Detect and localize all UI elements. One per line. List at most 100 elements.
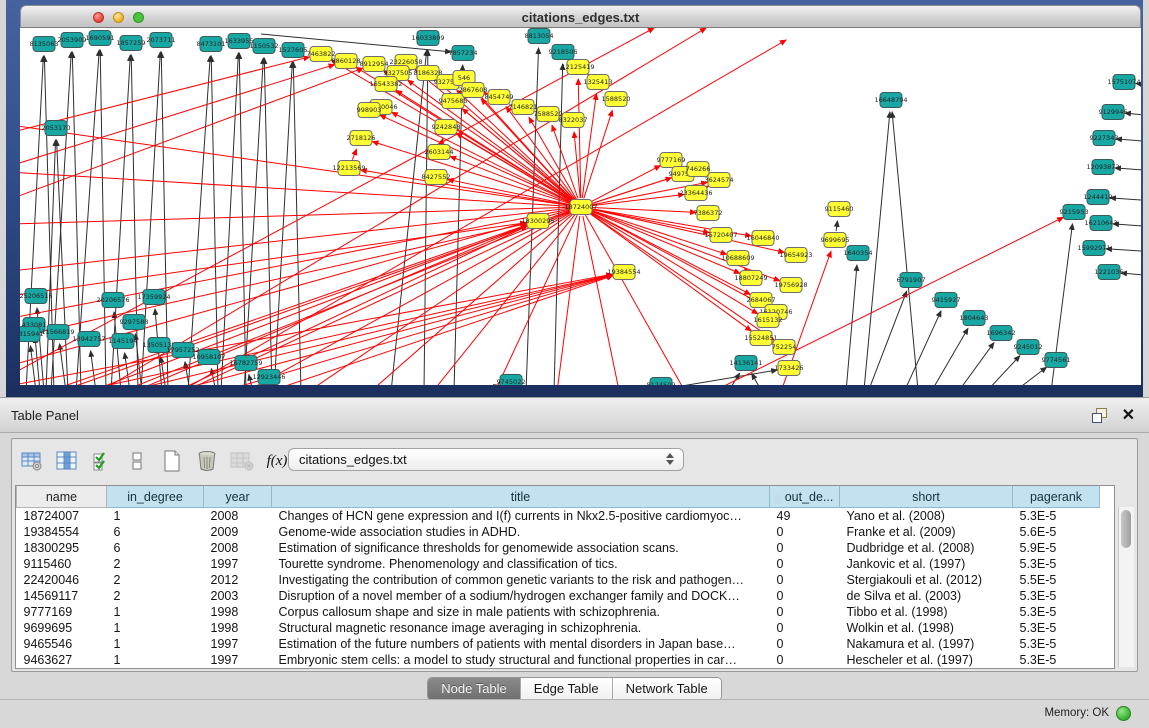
node[interactable]: 9129946 <box>1099 105 1128 120</box>
table-row[interactable]: 911546021997Tourette syndrome. Phenomeno… <box>17 556 1100 572</box>
selected-edge[interactable] <box>20 68 363 210</box>
edge[interactable] <box>752 374 762 385</box>
selected-node[interactable]: 16046840 <box>746 231 779 246</box>
table-row[interactable]: 946554611997Estimation of the future num… <box>17 636 1100 652</box>
node[interactable]: 1690591 <box>86 31 115 46</box>
node[interactable]: 9415927 <box>932 293 961 308</box>
node[interactable]: 2053170 <box>42 121 71 136</box>
scrollbar-thumb[interactable] <box>1121 510 1131 548</box>
edge[interactable] <box>931 328 968 385</box>
selected-node[interactable]: 3624574 <box>705 173 734 188</box>
selected-edge[interactable] <box>585 215 691 385</box>
selected-edge[interactable] <box>491 215 577 385</box>
edge[interactable] <box>958 343 994 385</box>
selected-node[interactable]: 8860128 <box>332 54 361 69</box>
node[interactable]: 1221036 <box>1095 265 1124 280</box>
table-mode-icon[interactable] <box>18 447 46 475</box>
node[interactable]: 9745022 <box>497 375 526 386</box>
edge[interactable] <box>221 53 238 385</box>
table-vertical-scrollbar[interactable] <box>1118 507 1134 667</box>
edge[interactable] <box>454 65 463 385</box>
edge[interactable] <box>1121 273 1141 276</box>
node[interactable]: 6791907 <box>897 273 926 288</box>
node[interactable]: 8473101 <box>197 37 226 52</box>
edge[interactable] <box>293 62 301 385</box>
table-row[interactable]: 946362711997Embryonic stem cells: a mode… <box>17 652 1100 668</box>
node[interactable]: 12923446 <box>252 370 285 385</box>
column-header-name[interactable]: name <box>17 486 107 508</box>
close-icon[interactable]: ✕ <box>1122 405 1135 425</box>
node[interactable]: 3315941 <box>20 327 43 342</box>
selected-edge[interactable] <box>114 226 527 385</box>
table-row[interactable]: 1872400712008Changes of HCN gene express… <box>17 508 1100 525</box>
column-header-short[interactable]: short <box>840 486 1013 508</box>
selected-edge[interactable] <box>589 211 750 294</box>
node[interactable]: 20206576 <box>96 293 129 308</box>
selected-node[interactable]: 2867608 <box>459 83 488 98</box>
selected-node[interactable]: 19654923 <box>779 248 812 263</box>
tab-network-table[interactable]: Network Table <box>613 678 721 700</box>
node[interactable]: 12093872 <box>1086 160 1119 175</box>
column-header-year[interactable]: year <box>204 486 272 508</box>
node[interactable]: 2073711 <box>147 33 176 48</box>
node[interactable]: 15751074 <box>1107 75 1140 90</box>
table-select-dropdown[interactable]: citations_edges.txt <box>288 448 684 471</box>
table-row[interactable]: 969969511998Structural magnetic resonanc… <box>17 620 1100 636</box>
selected-edge[interactable] <box>441 139 442 144</box>
column-header-title[interactable]: title <box>272 486 770 508</box>
selected-edge[interactable] <box>380 115 573 203</box>
selected-node[interactable]: 19384554 <box>607 265 640 280</box>
float-window-icon[interactable] <box>1092 408 1107 422</box>
node[interactable]: 1527605 <box>279 43 308 58</box>
node[interactable]: 9215953 <box>1060 205 1089 220</box>
node[interactable]: 1857259 <box>117 36 146 51</box>
table-row[interactable]: 1830029562008Estimation of significance … <box>17 540 1100 556</box>
tab-node-table[interactable]: Node Table <box>428 678 521 700</box>
node[interactable]: 16033809 <box>411 31 444 46</box>
table-row[interactable]: 2242004622012Investigating the contribut… <box>17 572 1100 588</box>
column-header-in-degree[interactable]: in_degree <box>107 486 204 508</box>
node[interactable]: 9245012 <box>1014 340 1043 355</box>
node[interactable]: 15992971 <box>1077 241 1110 256</box>
selected-node[interactable]: 8322037 <box>559 113 588 128</box>
node[interactable]: 8135063 <box>30 37 59 52</box>
node[interactable]: 16648794 <box>874 93 907 108</box>
column-header-pagerank[interactable]: pagerank <box>1013 486 1100 508</box>
selected-node[interactable]: 10688609 <box>721 251 754 266</box>
selected-edge[interactable] <box>556 216 580 385</box>
table-row[interactable]: 977716911998Corpus callosum shape and si… <box>17 604 1100 620</box>
edge[interactable] <box>904 311 941 385</box>
node[interactable]: 1244419 <box>1084 190 1113 205</box>
table-row[interactable]: 1456911722003Disruption of a novel membe… <box>17 588 1100 604</box>
selected-node[interactable]: 746266 <box>686 162 711 177</box>
selected-node[interactable]: 8427552 <box>422 170 451 185</box>
table-row[interactable]: 1938455462009Genome-wide association stu… <box>17 524 1100 540</box>
selected-node[interactable]: 12213569 <box>332 161 365 176</box>
selected-node[interactable]: 2718126 <box>347 131 376 146</box>
selected-node[interactable]: 2603144 <box>425 145 454 160</box>
selected-edge[interactable] <box>583 216 621 385</box>
node[interactable]: 8124509 <box>647 378 676 386</box>
selected-node[interactable]: 15720407 <box>704 228 737 243</box>
selected-node[interactable]: 23364436 <box>679 186 712 201</box>
edge[interactable] <box>986 356 1020 385</box>
node[interactable]: 9218506 <box>549 45 578 60</box>
edge[interactable] <box>239 53 246 385</box>
column-header-out-degree[interactable]: △out_de... <box>770 486 840 508</box>
selected-node[interactable]: 9115460 <box>825 202 854 217</box>
selected-node[interactable]: 1588520 <box>602 92 631 107</box>
show-columns-icon[interactable] <box>53 447 81 475</box>
network-window-titlebar[interactable]: citations_edges.txt <box>20 5 1141 28</box>
edge[interactable] <box>161 52 168 385</box>
node[interactable]: 2053909 <box>58 33 87 48</box>
network-view-canvas[interactable]: 1872400774638228860128891295423226058932… <box>20 28 1141 385</box>
selected-node[interactable]: 9699695 <box>821 233 850 248</box>
selected-node[interactable]: 1615132 <box>754 313 783 328</box>
node[interactable]: 1145194 <box>109 334 138 349</box>
edge[interactable] <box>188 56 210 385</box>
selected-edge[interactable] <box>392 112 573 203</box>
node[interactable]: 1150532 <box>250 39 279 54</box>
node[interactable]: 16210643 <box>1084 216 1117 231</box>
node[interactable]: 7857234 <box>449 46 478 61</box>
edge[interactable] <box>1106 249 1141 252</box>
